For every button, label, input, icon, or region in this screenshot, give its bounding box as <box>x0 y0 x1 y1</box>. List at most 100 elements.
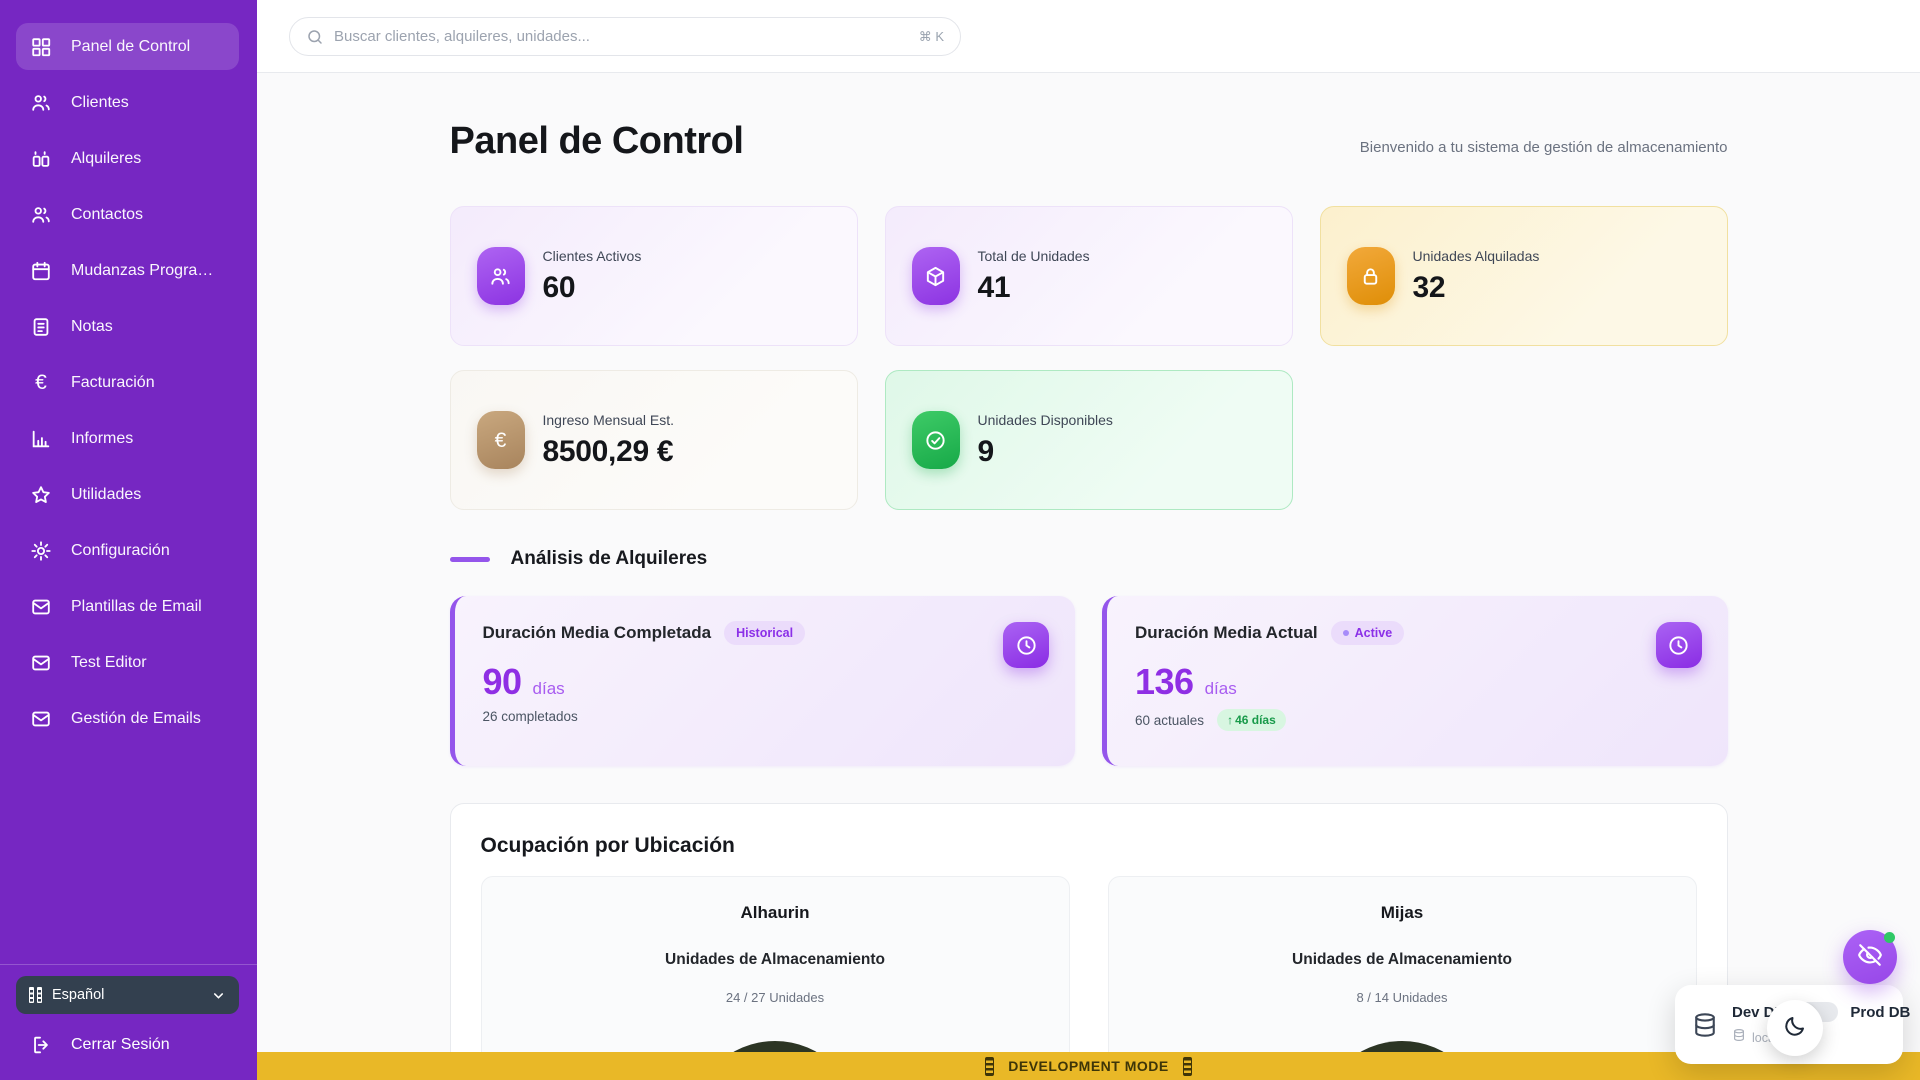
stats-grid: Clientes Activos 60 Total de Unidades 41 <box>450 206 1728 510</box>
sidebar-item-informes[interactable]: Informes <box>16 415 239 462</box>
stat-label: Clientes Activos <box>543 248 642 264</box>
location-subtitle: Unidades de Almacenamiento <box>502 951 1049 969</box>
check-circle-icon <box>912 411 960 469</box>
location-name: Alhaurin <box>502 903 1049 923</box>
sidebar-item-label: Panel de Control <box>71 38 190 56</box>
delta-badge: ↑46 días <box>1217 709 1286 731</box>
stat-label: Unidades Disponibles <box>978 412 1113 428</box>
hazard-stripe-icon <box>1183 1057 1192 1076</box>
sidebar-item-test-editor[interactable]: Test Editor <box>16 639 239 686</box>
database-small-icon <box>1732 1028 1746 1047</box>
sidebar-item-label: Contactos <box>71 206 143 224</box>
page-subtitle: Bienvenido a tu sistema de gestión de al… <box>1360 139 1728 163</box>
stat-value: 41 <box>978 271 1090 305</box>
clock-icon <box>1656 622 1702 668</box>
dashboard-icon <box>30 36 52 58</box>
hazard-stripe-icon <box>985 1057 994 1076</box>
stat-value: 8500,29 € <box>543 435 675 469</box>
location-units: 8 / 14 Unidades <box>1129 990 1676 1005</box>
sidebar-item-label: Gestión de Emails <box>71 710 201 728</box>
sidebar-item-configuracion[interactable]: Configuración <box>16 527 239 574</box>
language-selector[interactable]: Español <box>16 976 239 1014</box>
sidebar-item-alquileres[interactable]: Alquileres <box>16 135 239 182</box>
search-icon <box>306 28 324 46</box>
section-accent-dash <box>450 557 490 562</box>
sidebar-item-label: Test Editor <box>71 654 147 672</box>
stat-value: 60 <box>543 271 642 305</box>
sidebar-item-notas[interactable]: Notas <box>16 303 239 350</box>
sidebar-item-plantillas-email[interactable]: Plantillas de Email <box>16 583 239 630</box>
mail-icon <box>30 708 52 730</box>
stat-label: Ingreso Mensual Est. <box>543 412 675 428</box>
main-content: ⌘ K Panel de Control Bienvenido a tu sis… <box>257 0 1920 1080</box>
calendar-icon <box>30 260 52 282</box>
lock-icon <box>1347 247 1395 305</box>
active-badge: Active <box>1331 621 1405 645</box>
logout-button[interactable]: Cerrar Sesión <box>30 1034 239 1056</box>
star-icon <box>30 484 52 506</box>
stat-card-total-unidades: Total de Unidades 41 <box>885 206 1293 346</box>
logout-label: Cerrar Sesión <box>71 1036 170 1054</box>
location-card-mijas: Mijas Unidades de Almacenamiento 8 / 14 … <box>1108 876 1697 1080</box>
language-label: Español <box>52 987 104 1003</box>
sidebar-item-label: Informes <box>71 430 133 448</box>
sidebar-item-gestion-emails[interactable]: Gestión de Emails <box>16 695 239 742</box>
euro-icon: € <box>477 411 525 469</box>
contacts-icon <box>30 204 52 226</box>
duration-subtext: 26 completados <box>483 709 578 724</box>
sidebar-footer: Español Cerrar Sesión <box>0 964 257 1080</box>
sidebar-item-label: Mudanzas Progra… <box>71 262 213 280</box>
flag-icon <box>29 987 42 1003</box>
occupancy-section: Ocupación por Ubicación Alhaurin Unidade… <box>450 803 1728 1080</box>
stat-value: 32 <box>1413 271 1540 305</box>
page-title: Panel de Control <box>450 120 744 163</box>
top-bar: ⌘ K <box>257 0 1920 73</box>
occupancy-title: Ocupación por Ubicación <box>481 834 1697 858</box>
dark-mode-toggle[interactable] <box>1767 1000 1823 1056</box>
stat-card-unidades-alquiladas: Unidades Alquiladas 32 <box>1320 206 1728 346</box>
section-title: Análisis de Alquileres <box>511 548 708 570</box>
duration-value: 90 <box>483 661 522 703</box>
moon-icon <box>1783 1014 1807 1043</box>
stats-grid-spacer <box>1320 370 1728 510</box>
chevron-down-icon <box>211 988 226 1003</box>
location-grid: Alhaurin Unidades de Almacenamiento 24 /… <box>481 876 1697 1080</box>
sidebar-item-facturacion[interactable]: € Facturación <box>16 359 239 406</box>
sidebar-item-clientes[interactable]: Clientes <box>16 79 239 126</box>
euro-icon: € <box>30 372 52 394</box>
dev-mode-label: DEVELOPMENT MODE <box>1008 1058 1168 1074</box>
keyboard-shortcut: ⌘ K <box>919 29 944 45</box>
prod-db-label: Prod DB <box>1850 1004 1910 1021</box>
duration-unit: días <box>533 679 565 699</box>
visibility-fab[interactable] <box>1843 930 1897 984</box>
sidebar-item-label: Configuración <box>71 542 170 560</box>
historical-badge: Historical <box>724 621 805 645</box>
up-arrow-icon: ↑ <box>1227 713 1233 727</box>
location-subtitle: Unidades de Almacenamiento <box>1129 951 1676 969</box>
sidebar: Panel de Control Clientes Alquileres Con… <box>0 0 257 1080</box>
section-rental-analysis-header: Análisis de Alquileres <box>450 548 1728 570</box>
global-search[interactable]: ⌘ K <box>289 17 961 56</box>
bar-chart-icon <box>30 428 52 450</box>
search-input[interactable] <box>334 28 909 45</box>
sidebar-item-mudanzas[interactable]: Mudanzas Progra… <box>16 247 239 294</box>
duration-card-title: Duración Media Completada <box>483 623 712 643</box>
package-icon <box>912 247 960 305</box>
sidebar-item-panel-de-control[interactable]: Panel de Control <box>16 23 239 70</box>
stat-card-ingreso-mensual: € Ingreso Mensual Est. 8500,29 € <box>450 370 858 510</box>
notes-icon <box>30 316 52 338</box>
sidebar-item-label: Utilidades <box>71 486 141 504</box>
sidebar-item-utilidades[interactable]: Utilidades <box>16 471 239 518</box>
stat-label: Total de Unidades <box>978 248 1090 264</box>
location-name: Mijas <box>1129 903 1676 923</box>
duration-card-completada: Duración Media Completada Historical 90 … <box>450 596 1076 766</box>
sidebar-item-contactos[interactable]: Contactos <box>16 191 239 238</box>
stat-value: 9 <box>978 435 1113 469</box>
sidebar-nav: Panel de Control Clientes Alquileres Con… <box>0 0 257 742</box>
duration-card-actual: Duración Media Actual Active 136 días 60… <box>1102 596 1728 766</box>
stat-card-unidades-disponibles: Unidades Disponibles 9 <box>885 370 1293 510</box>
duration-grid: Duración Media Completada Historical 90 … <box>450 596 1728 766</box>
duration-subtext: 60 actuales <box>1135 713 1204 728</box>
mail-icon <box>30 596 52 618</box>
users-icon <box>30 92 52 114</box>
